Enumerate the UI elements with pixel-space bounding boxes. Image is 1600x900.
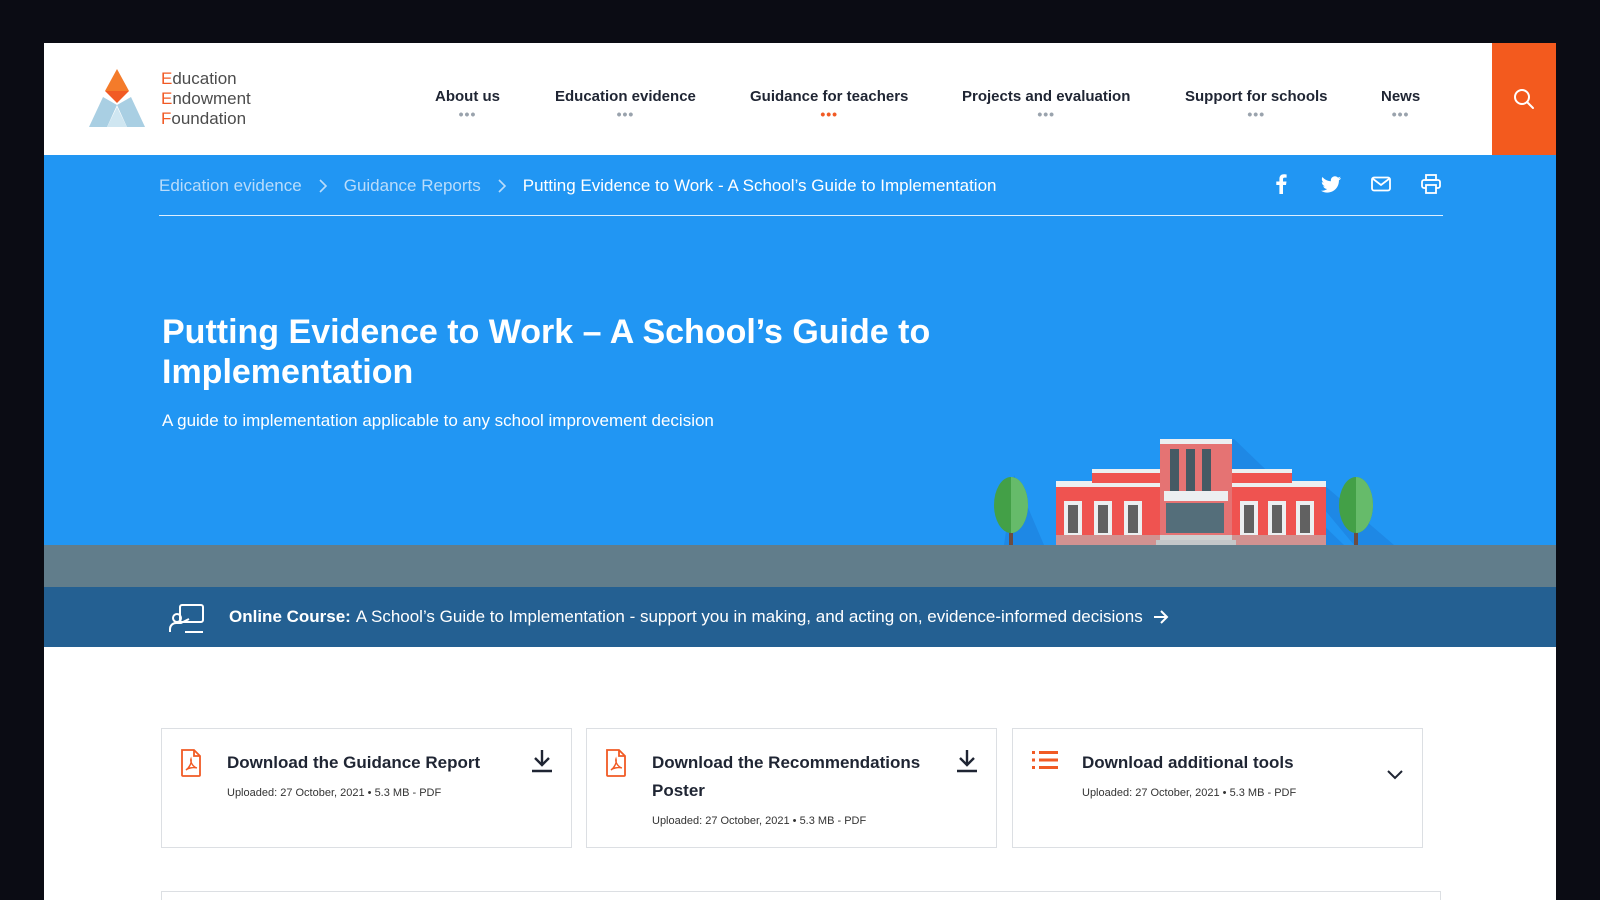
breadcrumb-current: Putting Evidence to Work - A School’s Gu…	[522, 176, 997, 195]
nav-projects-and-evaluation[interactable]: Projects and evaluation •••	[962, 88, 1131, 122]
online-course-text: Online Course: A School’s Guide to Imple…	[229, 607, 1169, 627]
nav-label: Guidance for teachers	[750, 88, 909, 105]
nav-dots: •••	[458, 106, 477, 122]
download-cards: Download the Guidance Report Uploaded: 2…	[161, 728, 1441, 848]
download-guidance-report-card[interactable]: Download the Guidance Report Uploaded: 2…	[161, 728, 572, 848]
nav-support-for-schools[interactable]: Support for schools •••	[1185, 88, 1328, 122]
pdf-icon	[181, 749, 201, 777]
search-button[interactable]	[1492, 43, 1556, 155]
nav-label: Projects and evaluation	[962, 88, 1131, 105]
nav-education-evidence[interactable]: Education evidence •••	[555, 88, 696, 122]
twitter-icon[interactable]	[1319, 172, 1343, 196]
nav-guidance-for-teachers[interactable]: Guidance for teachers •••	[750, 88, 909, 122]
card-title: Download the Recommendations Poster	[652, 753, 921, 800]
logo-line-1: Education	[161, 69, 237, 88]
page-title: Putting Evidence to Work – A School’s Gu…	[162, 313, 931, 391]
download-icon[interactable]	[956, 749, 978, 773]
pdf-icon	[606, 749, 626, 777]
card-meta: Uploaded: 27 October, 2021 • 5.3 MB - PD…	[1082, 787, 1297, 799]
download-icon[interactable]	[531, 749, 553, 773]
search-icon	[1514, 89, 1534, 109]
nav-about-us[interactable]: About us •••	[435, 88, 500, 122]
nav-dots: •••	[616, 106, 635, 122]
online-course-icon	[169, 604, 204, 633]
list-icon	[1032, 751, 1058, 769]
card-title: Download additional tools	[1082, 753, 1294, 772]
nav-label: Education evidence	[555, 88, 696, 105]
main-nav: About us ••• Education evidence ••• Guid…	[44, 88, 1556, 128]
breadcrumb: Edication evidence Guidance Reports Putt…	[159, 172, 1443, 216]
online-course-banner[interactable]: Online Course: A School’s Guide to Imple…	[44, 587, 1556, 647]
nav-dots: •••	[1247, 106, 1266, 122]
chevron-right-icon	[497, 179, 507, 193]
arrow-right-icon	[1153, 610, 1169, 624]
nav-label: News	[1381, 88, 1421, 105]
breadcrumb-trail: Edication evidence Guidance Reports Putt…	[159, 176, 997, 196]
share-toolbar	[1269, 172, 1443, 196]
online-course-description: A School’s Guide to Implementation - sup…	[355, 607, 1143, 626]
hero-section: Edication evidence Guidance Reports Putt…	[44, 155, 1556, 545]
chevron-right-icon	[318, 179, 328, 193]
card-title: Download the Guidance Report	[227, 753, 481, 772]
nav-dots: •••	[1391, 106, 1410, 122]
card-meta: Uploaded: 27 October, 2021 • 5.3 MB - PD…	[227, 787, 442, 799]
online-course-label: Online Course:	[229, 607, 351, 626]
nav-dots: •••	[820, 106, 839, 122]
download-recommendations-poster-card[interactable]: Download the Recommendations Poster Uplo…	[586, 728, 997, 848]
download-additional-tools-card[interactable]: Download additional tools Uploaded: 27 O…	[1012, 728, 1423, 848]
nav-news[interactable]: News •••	[1381, 88, 1421, 122]
print-icon[interactable]	[1419, 172, 1443, 196]
breadcrumb-item[interactable]: Guidance Reports	[344, 176, 481, 196]
page-subtitle: A guide to implementation applicable to …	[162, 411, 714, 430]
card-meta: Uploaded: 27 October, 2021 • 5.3 MB - PD…	[652, 815, 867, 827]
nav-label: Support for schools	[1185, 88, 1328, 105]
school-illustration	[994, 439, 1394, 545]
content-panel	[161, 891, 1441, 900]
nav-dots: •••	[1037, 106, 1056, 122]
browser-page: Education Endowment Foundation About us …	[44, 43, 1556, 900]
chevron-down-icon[interactable]	[1386, 769, 1404, 781]
facebook-icon[interactable]	[1269, 172, 1293, 196]
ground-strip	[44, 545, 1556, 587]
breadcrumb-item[interactable]: Edication evidence	[159, 176, 302, 196]
nav-label: About us	[435, 88, 500, 105]
site-header: Education Endowment Foundation About us …	[44, 43, 1556, 155]
email-icon[interactable]	[1369, 172, 1393, 196]
